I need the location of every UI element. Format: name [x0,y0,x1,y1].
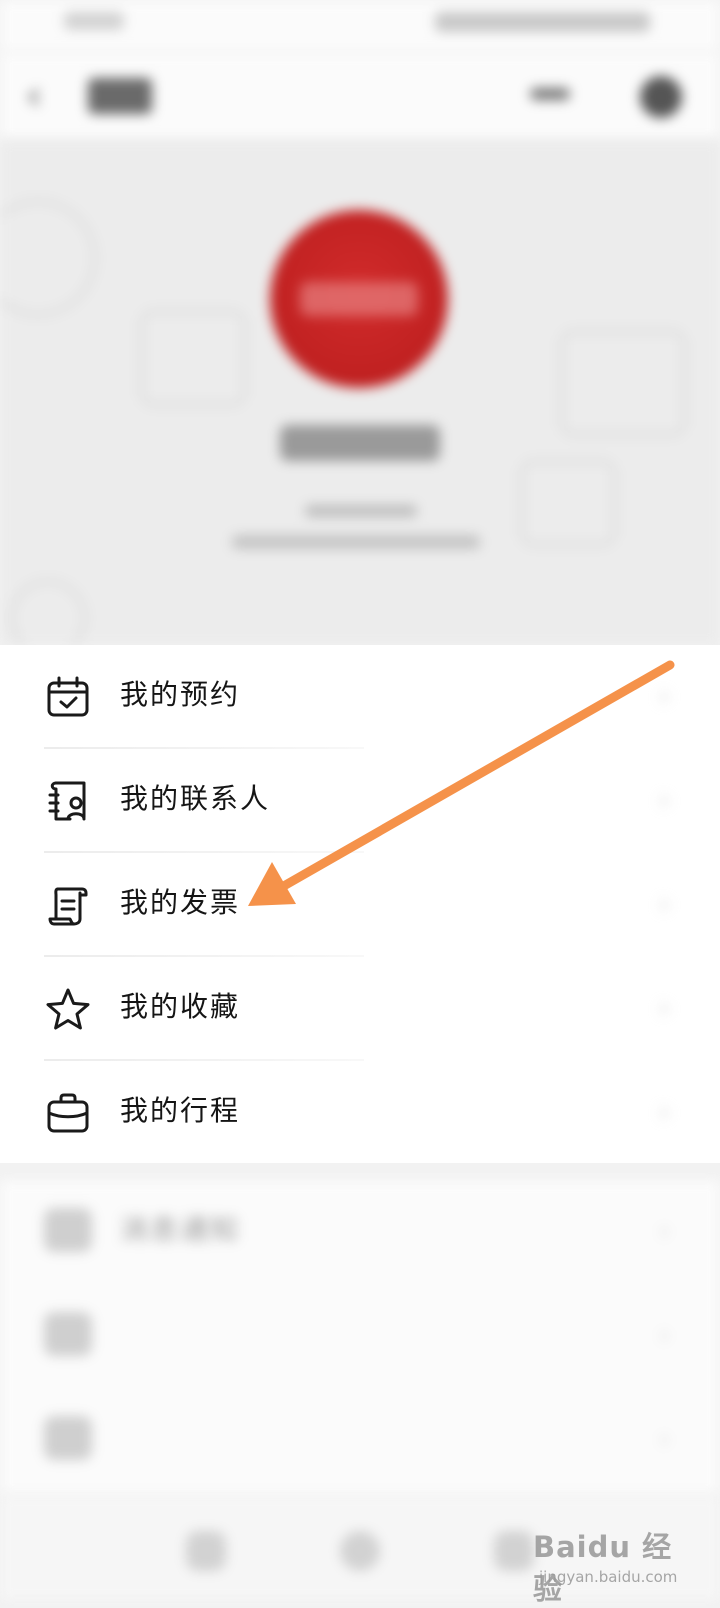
menu-item-label: 我的联系人 [120,782,271,815]
top-header: ‹ [0,52,720,140]
menu-item-favorites[interactable]: 我的收藏 › [0,957,720,1061]
page-title [88,78,152,114]
profile-section [0,140,720,645]
contacts-icon [44,777,92,825]
settings-icon[interactable] [640,76,682,118]
settings-item-3[interactable]: › [0,1388,720,1492]
back-button[interactable]: ‹ [26,76,42,116]
menu-list: 我的预约 › 我的联系人 › 我的发票 › 我的收藏 › 我的行程 › [0,645,720,1163]
user-description [232,535,480,549]
watermark-url: jingyan.baidu.com [539,1568,678,1586]
chevron-right-icon: › [658,991,670,1024]
status-time [64,12,124,30]
status-icons [435,12,650,32]
more-options-icon[interactable] [530,88,570,100]
background-decoration [140,310,246,406]
menu-item-label: 我的预约 [120,678,241,711]
star-icon [44,985,92,1033]
avatar[interactable] [270,210,448,388]
settings-item-label: 消息通知 [120,1213,241,1246]
background-decoration [520,460,616,546]
username [280,425,440,461]
menu-item-label: 我的收藏 [120,990,241,1023]
chevron-right-icon: › [658,1214,670,1247]
background-decoration [10,580,86,645]
status-bar [0,0,720,52]
nav-home-icon[interactable] [186,1531,226,1571]
menu-item-contacts[interactable]: 我的联系人 › [0,749,720,853]
chevron-right-icon: › [658,1422,670,1455]
calendar-check-icon [44,673,92,721]
watermark: Baidu 经验 jingyan.baidu.com [533,1524,678,1606]
menu-item-trips[interactable]: 我的行程 › [0,1061,720,1165]
user-subtitle [305,505,417,517]
settings-list: 消息通知 › › › [0,1180,720,1495]
menu-item-appointments[interactable]: 我的预约 › [0,645,720,749]
briefcase-icon [44,1089,92,1137]
menu-item-label: 我的发票 [120,886,241,919]
chevron-right-icon: › [658,1318,670,1351]
background-decoration [560,330,686,436]
nav-profile-icon[interactable] [494,1531,534,1571]
settings-icon [44,1312,92,1360]
menu-item-label: 我的行程 [120,1094,241,1127]
chevron-right-icon: › [658,887,670,920]
settings-item-2[interactable]: › [0,1284,720,1388]
chevron-right-icon: › [658,1095,670,1128]
settings-item-notifications[interactable]: 消息通知 › [0,1180,720,1284]
background-decoration [0,200,96,316]
chevron-right-icon: › [658,679,670,712]
message-icon [44,1208,92,1256]
nav-discover-icon[interactable] [340,1531,380,1571]
receipt-icon [44,881,92,929]
watermark-logo: Baidu 经验 [533,1530,673,1606]
menu-item-invoices[interactable]: 我的发票 › [0,853,720,957]
chevron-right-icon: › [658,783,670,816]
info-icon [44,1416,92,1464]
